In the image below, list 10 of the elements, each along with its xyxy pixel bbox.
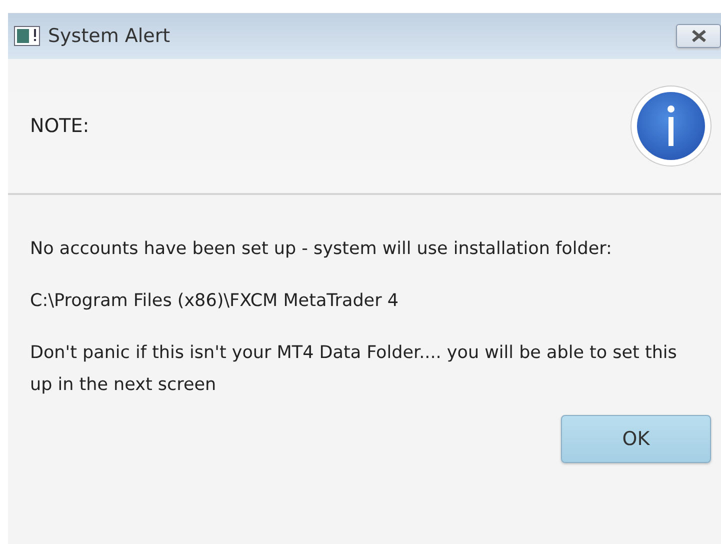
close-button[interactable] <box>676 24 721 48</box>
close-icon <box>690 29 708 43</box>
app-icon <box>14 26 40 46</box>
message-text: No accounts have been set up - system will use installation folder: <box>30 238 613 261</box>
window-title: System Alert <box>48 25 172 47</box>
message-text: C:\Program Files (x86)\FXCM MetaTrader 4 <box>30 290 400 313</box>
ok-button[interactable]: OK <box>561 415 711 463</box>
info-icon <box>630 85 712 167</box>
header-text: NOTE: <box>30 115 90 137</box>
message-text: Don't panic if this isn't your MT4 Data Folder.... you will be able to set this up in the next screen <box>30 342 678 397</box>
